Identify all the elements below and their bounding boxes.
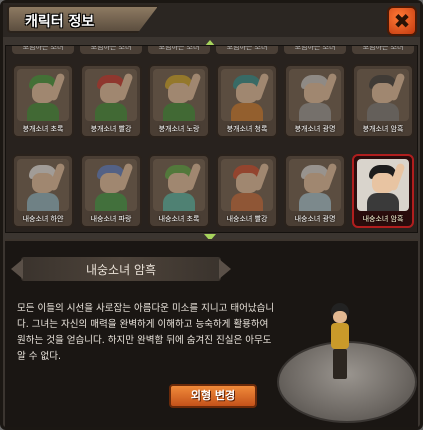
portrait-body — [163, 193, 195, 211]
portrait-body — [231, 193, 263, 211]
portrait-body — [27, 103, 59, 121]
portrait-body — [299, 103, 331, 121]
character-slot[interactable]: 붕개소녀 청록 — [216, 64, 278, 138]
model-head — [333, 311, 347, 323]
character-portrait — [153, 69, 205, 121]
character-portrait — [357, 159, 409, 211]
character-slot[interactable]: 내숭소녀 초록 — [148, 154, 210, 228]
portrait-body — [95, 103, 127, 121]
character-slot[interactable]: 붕개소녀 노랑 — [148, 64, 210, 138]
close-icon: ✖ — [393, 9, 411, 33]
close-button[interactable]: ✖ — [387, 6, 417, 36]
character-portrait — [289, 159, 341, 211]
character-description: 모든 이들의 시선을 사로잡는 아름다운 미소를 지니고 태어났습니다. 그녀는… — [17, 303, 275, 362]
character-slot[interactable]: 내숭소녀 광명 — [284, 154, 346, 228]
peek-cell[interactable]: 모험하는 소녀 — [12, 46, 74, 54]
grid-previous-row-peek: 모험하는 소녀 모험하는 소녀 모험하는 소녀 모험하는 소녀 모험하는 소녀 모험하는 … — [6, 46, 419, 56]
character-portrait — [85, 69, 137, 121]
portrait-body — [367, 103, 399, 121]
character-name-banner: 내숭소녀 암흑 — [11, 257, 231, 281]
character-slot[interactable]: 내숭소녀 빨강 — [216, 154, 278, 228]
character-portrait — [17, 69, 69, 121]
character-slot-label: 붕개소녀 암흑 — [362, 125, 404, 133]
portrait-body — [95, 193, 127, 211]
character-slot-label: 붕개소녀 청록 — [226, 125, 268, 133]
character-slot-label: 내숭소녀 암흑 — [362, 215, 404, 223]
peek-cell[interactable]: 모험하는 소녀 — [352, 46, 414, 54]
character-detail-panel: 내숭소녀 암흑 모든 이들의 시선을 사로잡는 아름다운 미소를 지니고 태어났… — [5, 239, 418, 427]
character-slot-label: 내숭소녀 하얀 — [22, 215, 64, 223]
window-title: 캐릭터 정보 — [25, 14, 95, 30]
character-info-window: 캐릭터 정보 ✖ 모험하는 소녀 모험하는 소녀 모험하는 소녀 모험하는 소녀 모험하… — [0, 0, 423, 430]
character-slot-label: 내숭소녀 파랑 — [90, 215, 132, 223]
character-slot[interactable]: 붕개소녀 광명 — [284, 64, 346, 138]
character-name: 내숭소녀 암흑 — [85, 263, 157, 277]
peek-cell[interactable]: 모험하는 소녀 — [148, 46, 210, 54]
character-portrait — [357, 69, 409, 121]
character-slot[interactable]: 붕개소녀 암흑 — [352, 64, 414, 138]
character-slot-label: 붕개소녀 광명 — [294, 125, 336, 133]
character-grid: 모험하는 소녀 모험하는 소녀 모험하는 소녀 모험하는 소녀 모험하는 소녀 모험하는 … — [5, 45, 418, 233]
peek-cell[interactable]: 모험하는 소녀 — [284, 46, 346, 54]
character-slot-label: 내숭소녀 빨강 — [226, 215, 268, 223]
model-legs — [333, 349, 347, 379]
character-portrait — [17, 159, 69, 211]
peek-cell[interactable]: 모험하는 소녀 — [216, 46, 278, 54]
character-portrait — [221, 159, 273, 211]
character-portrait — [289, 69, 341, 121]
character-slot-label: 내숭소녀 광명 — [294, 215, 336, 223]
character-model — [325, 303, 355, 387]
title-bar: 캐릭터 정보 ✖ — [3, 3, 420, 37]
character-slot-label: 내숭소녀 초록 — [158, 215, 200, 223]
character-slot-label: 붕개소녀 초록 — [22, 125, 64, 133]
portrait-body — [163, 103, 195, 121]
character-slot[interactable]: 붕개소녀 빨강 — [80, 64, 142, 138]
portrait-body — [367, 193, 399, 211]
character-slot[interactable]: 붕개소녀 초록 — [12, 64, 74, 138]
character-slot[interactable]: 내숭소녀 암흑 — [352, 154, 414, 228]
peek-cell[interactable]: 모험하는 소녀 — [80, 46, 142, 54]
character-slot-label: 붕개소녀 빨강 — [90, 125, 132, 133]
character-slot[interactable]: 내숭소녀 하얀 — [12, 154, 74, 228]
character-slot-label: 붕개소녀 노랑 — [158, 125, 200, 133]
change-appearance-button[interactable]: 외형 변경 — [169, 384, 257, 408]
character-slot[interactable]: 내숭소녀 파랑 — [80, 154, 142, 228]
character-portrait — [85, 159, 137, 211]
portrait-body — [27, 193, 59, 211]
character-portrait — [221, 69, 273, 121]
model-torso — [331, 323, 349, 349]
portrait-body — [299, 193, 331, 211]
portrait-body — [231, 103, 263, 121]
character-portrait — [153, 159, 205, 211]
